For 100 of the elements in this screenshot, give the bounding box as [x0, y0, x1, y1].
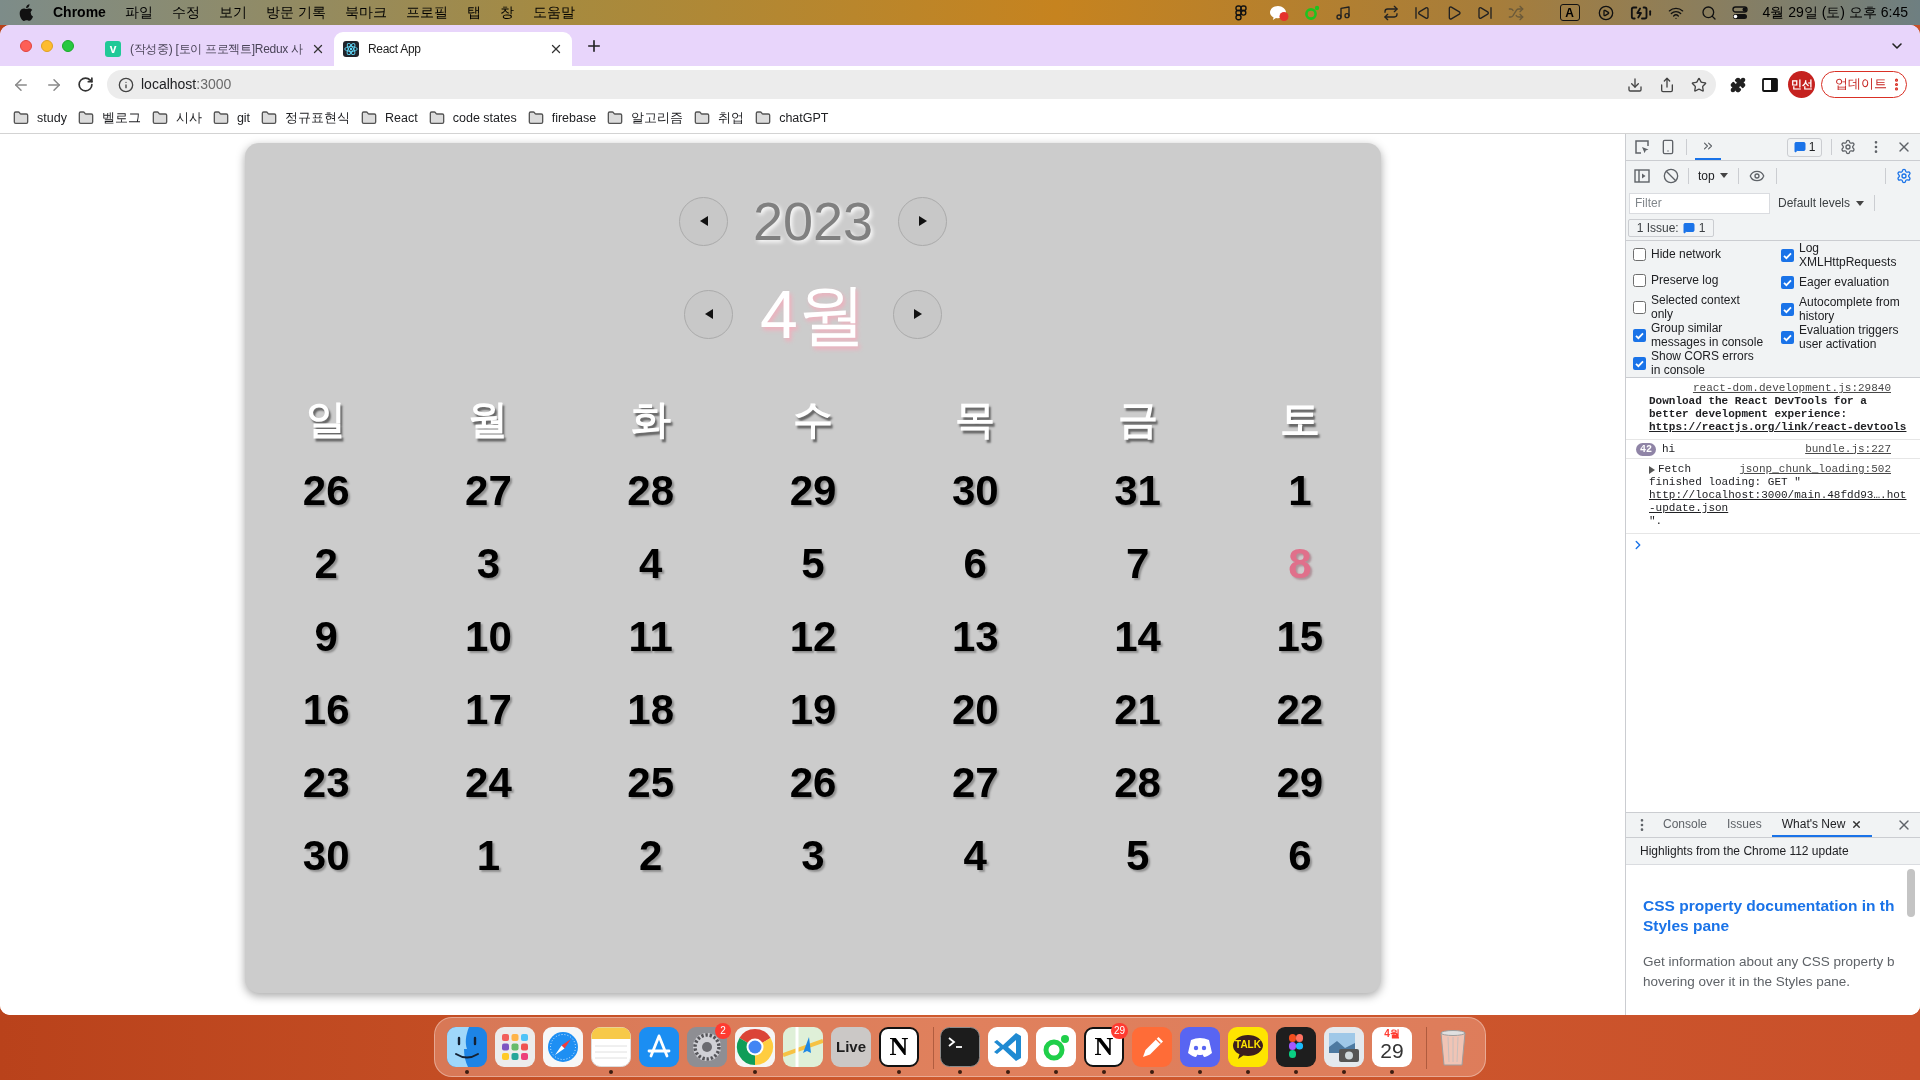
menu-item[interactable]: 보기 — [218, 2, 247, 23]
menu-item[interactable]: 프로필 — [405, 2, 448, 23]
checkbox[interactable] — [1781, 330, 1794, 344]
filter-field[interactable]: Filter — [1629, 192, 1770, 214]
bookmark-item[interactable]: 알고리즘 — [607, 108, 684, 128]
device-toolbar-icon[interactable] — [1660, 139, 1676, 155]
gear-icon[interactable] — [687, 1027, 727, 1067]
expand-triangle-icon[interactable] — [1649, 465, 1655, 474]
reload-icon[interactable] — [77, 76, 94, 93]
repeat-icon[interactable] — [1382, 4, 1399, 21]
talk-app-tile[interactable]: TALK — [1228, 1027, 1268, 1067]
folder-icon[interactable] — [13, 110, 29, 126]
source-link[interactable]: react-dom.development.js:29840 — [1692, 382, 1891, 395]
checkbox[interactable] — [1633, 273, 1646, 287]
drawer-tab[interactable]: Console — [1653, 813, 1718, 837]
checkbox[interactable] — [1781, 302, 1794, 316]
bookmark-item[interactable]: study — [13, 108, 67, 128]
url-link[interactable]: http://localhost:3000/main.48fdd93….hot-update.json — [1649, 489, 1907, 515]
bookmark-item[interactable]: React — [361, 108, 418, 128]
checkbox[interactable] — [1633, 247, 1646, 261]
side-panel-icon[interactable] — [1762, 76, 1778, 93]
profile-avatar[interactable]: 민선 — [1788, 71, 1815, 98]
bookmark-star-icon[interactable] — [1691, 76, 1707, 93]
checkbox[interactable] — [1633, 300, 1646, 314]
bookmark-item[interactable]: firebase — [527, 108, 597, 128]
menu-item[interactable]: 파일 — [124, 2, 153, 23]
chat-bubble-icon[interactable] — [1268, 3, 1289, 22]
dots-cluster-icon[interactable] — [1234, 4, 1247, 21]
log-levels-select[interactable]: Default levels — [1778, 194, 1865, 212]
app-grid-icon[interactable] — [495, 1027, 535, 1067]
checkbox[interactable] — [1781, 248, 1794, 262]
drawer-tab[interactable]: Issues — [1717, 813, 1772, 837]
shapes-icon[interactable] — [1276, 1027, 1316, 1067]
menu-item[interactable]: 탭 — [466, 2, 481, 23]
window-close-button[interactable] — [20, 39, 32, 52]
close-icon[interactable] — [1851, 818, 1863, 830]
browser-tab[interactable]: React App — [334, 32, 572, 66]
clear-console-icon[interactable] — [1663, 167, 1679, 184]
bookmark-item[interactable]: 취업 — [694, 108, 745, 128]
bookmark-item[interactable]: code states — [428, 108, 517, 128]
skip-forward-icon[interactable] — [1476, 4, 1493, 21]
share-icon[interactable] — [1659, 76, 1675, 93]
folder-icon[interactable] — [361, 110, 378, 126]
extensions-icon[interactable] — [1730, 76, 1746, 93]
skip-back-icon[interactable] — [1413, 4, 1430, 21]
menu-bar-clock[interactable]: 4월 29일 (토) 오후 6:45 — [1762, 2, 1908, 23]
map-icon[interactable] — [783, 1027, 823, 1067]
folder-icon[interactable] — [607, 110, 624, 126]
issues-button[interactable]: 1 Issue: 1 — [1628, 219, 1714, 237]
search-icon[interactable] — [1700, 4, 1717, 21]
browser-tab[interactable]: v (작성중) [토이 프로젝트]Redux 사 — [96, 32, 334, 66]
folder-icon[interactable] — [151, 110, 168, 126]
folder-icon[interactable] — [694, 110, 711, 126]
source-link[interactable]: bundle.js:227 — [1805, 442, 1891, 456]
issues-counter-button[interactable]: 1 — [1787, 137, 1822, 157]
bookmark-item[interactable]: git — [212, 108, 251, 128]
source-link[interactable]: jsonp_chunk_loading:502 — [1739, 463, 1891, 476]
download-icon[interactable] — [1627, 76, 1643, 93]
chevrons-right-icon[interactable] — [1701, 139, 1715, 153]
folder-icon[interactable] — [755, 110, 772, 126]
close-icon[interactable] — [549, 42, 563, 56]
folder-icon[interactable] — [77, 110, 94, 126]
play-circle-icon[interactable] — [1597, 4, 1614, 21]
checkbox[interactable] — [1633, 356, 1646, 370]
photo-viewer-icon[interactable] — [1324, 1027, 1364, 1067]
info-icon[interactable] — [118, 76, 134, 93]
inspect-element-icon[interactable] — [1634, 139, 1650, 155]
close-icon[interactable] — [311, 42, 325, 56]
ribbon-icon[interactable] — [988, 1027, 1028, 1067]
message-icon[interactable] — [1682, 222, 1695, 234]
context-select[interactable]: top — [1698, 166, 1728, 185]
checkbox[interactable] — [1781, 275, 1794, 289]
smiling-face-icon[interactable] — [447, 1027, 487, 1067]
app-menu[interactable]: Chrome — [53, 2, 106, 23]
checkbox[interactable] — [1633, 328, 1646, 342]
bookmark-item[interactable]: 벨로그 — [77, 108, 141, 128]
message-icon[interactable] — [1793, 141, 1806, 153]
controller-face-icon[interactable] — [1180, 1027, 1220, 1067]
folder-icon[interactable] — [261, 110, 278, 126]
address-field[interactable]: localhost:3000 — [107, 70, 1716, 99]
url-link[interactable]: https://reactjs.org/link/react-devtools — [1649, 421, 1907, 433]
menu-item[interactable]: 수정 — [171, 2, 200, 23]
scrollbar[interactable] — [1907, 869, 1915, 917]
bookmark-item[interactable]: chatGPT — [755, 108, 829, 128]
pen-icon[interactable] — [1132, 1027, 1172, 1067]
terminal-prompt-icon[interactable] — [940, 1027, 980, 1067]
input-source-indicator[interactable]: A — [1559, 4, 1580, 21]
compass-icon[interactable] — [543, 1027, 583, 1067]
folder-icon[interactable] — [428, 110, 445, 126]
menu-item[interactable]: 창 — [499, 2, 514, 23]
music-note-icon[interactable] — [1334, 4, 1351, 21]
live-app-tile[interactable]: Live — [831, 1027, 871, 1067]
a-shape-icon[interactable] — [639, 1027, 679, 1067]
menu-item[interactable]: 방문 기록 — [265, 2, 326, 23]
menu-item[interactable]: 도움말 — [532, 2, 575, 23]
settings-icon[interactable] — [1840, 139, 1856, 155]
notepad-icon[interactable] — [591, 1027, 631, 1067]
console-settings-icon[interactable] — [1896, 167, 1912, 184]
calendar-app-tile[interactable]: 4월 29 — [1372, 1027, 1412, 1067]
sidebar-toggle-icon[interactable] — [1634, 167, 1650, 184]
